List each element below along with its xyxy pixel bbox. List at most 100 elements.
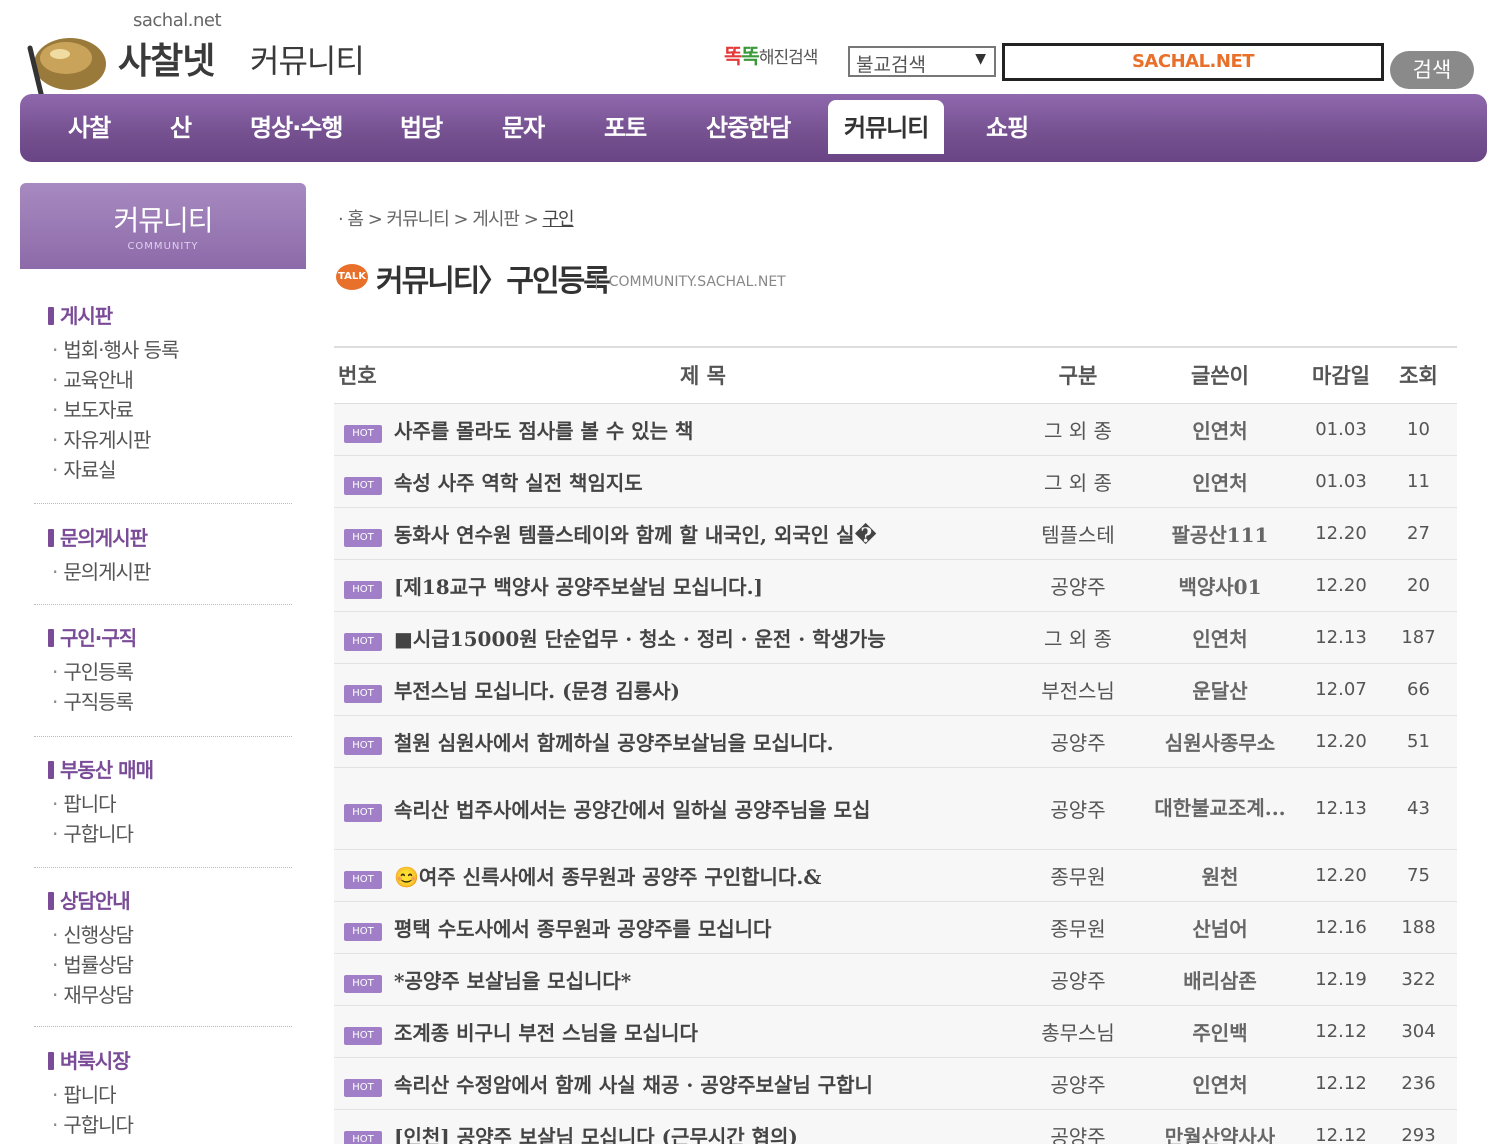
sidebar-link[interactable]: 구합니다 bbox=[52, 819, 153, 849]
sidebar-section-head[interactable]: 문의게시판 bbox=[48, 522, 150, 551]
post-title-link[interactable]: 속리산 법주사에서는 공양간에서 일하실 공양주님을 모십 bbox=[394, 798, 870, 822]
hot-badge: HOT bbox=[344, 684, 382, 703]
post-views: 236 bbox=[1380, 1057, 1457, 1110]
post-title-link[interactable]: [제18교구 백양사 공양주보살님 모십니다.] bbox=[394, 575, 763, 599]
nav-item[interactable]: 쇼핑 bbox=[986, 108, 1029, 143]
table-row[interactable]: HOT 속리산 수정암에서 함께 사실 채공 · 공양주보살님 구합니 공양주 인연처… bbox=[334, 1057, 1457, 1110]
sidebar-section-head[interactable]: 게시판 bbox=[48, 300, 178, 329]
search-input[interactable]: SACHAL.NET bbox=[1002, 43, 1384, 81]
post-title-link[interactable]: 속성 사주 역학 실전 책임지도 bbox=[394, 471, 643, 495]
sidebar-section-head[interactable]: 벼룩시장 bbox=[48, 1045, 133, 1074]
sidebar-link[interactable]: 구직등록 bbox=[52, 687, 136, 717]
post-category: 공양주 bbox=[1018, 767, 1138, 850]
table-row[interactable]: HOT [인천] 공양주 보살님 모십니다 (근무시간 협의) 공양주 만월산약사사 1… bbox=[334, 1109, 1457, 1144]
post-author[interactable]: 배리삼존 bbox=[1138, 953, 1302, 1006]
post-author[interactable]: 만월산약사사 bbox=[1138, 1109, 1302, 1144]
post-title-link[interactable]: *공양주 보살님을 모십니다* bbox=[394, 969, 631, 993]
nav-item[interactable]: 문자 bbox=[502, 108, 545, 143]
nav-item[interactable]: 산중한담 bbox=[706, 108, 791, 143]
sidebar-link[interactable]: 자료실 bbox=[52, 455, 178, 485]
post-title-link[interactable]: 부전스님 모십니다. (문경 김룡사) bbox=[394, 679, 680, 703]
post-author[interactable]: 인연처 bbox=[1138, 455, 1302, 508]
post-author[interactable]: 인연처 bbox=[1138, 1057, 1302, 1110]
sidebar-link[interactable]: 교육안내 bbox=[52, 365, 178, 395]
post-deadline: 12.13 bbox=[1302, 611, 1380, 664]
post-title-link[interactable]: 속리산 수정암에서 함께 사실 채공 · 공양주보살님 구합니 bbox=[394, 1073, 873, 1097]
post-author[interactable]: 대한불교조계... bbox=[1138, 767, 1302, 850]
table-row[interactable]: HOT 철원 심원사에서 함께하실 공양주보살님을 모십니다. 공양주 심원사종무소 1… bbox=[334, 715, 1457, 768]
sidebar-link[interactable]: 구인등록 bbox=[52, 657, 136, 687]
sidebar-link[interactable]: 구합니다 bbox=[52, 1110, 134, 1140]
post-title-link[interactable]: [인천] 공양주 보살님 모십니다 (근무시간 협의) bbox=[394, 1125, 798, 1144]
post-title-link[interactable]: 동화사 연수원 템플스테이와 함께 할 내국인, 외국인 실� bbox=[394, 523, 877, 547]
sidebar-link[interactable]: 자유게시판 bbox=[52, 425, 178, 455]
search-scope-select[interactable]: 불교검색 ▼ bbox=[848, 46, 996, 77]
post-author[interactable]: 원천 bbox=[1138, 849, 1302, 902]
post-views: 188 bbox=[1380, 901, 1457, 954]
table-row[interactable]: HOT 속성 사주 역학 실전 책임지도 그 외 종 인연처 01.03 11 bbox=[334, 455, 1457, 508]
post-views: 11 bbox=[1380, 455, 1457, 508]
site-domain: sachal.net bbox=[133, 10, 222, 31]
post-title-link[interactable]: 😊여주 신륵사에서 종무원과 공양주 구인합니다.& bbox=[394, 865, 821, 889]
post-category: 그 외 종 bbox=[1018, 403, 1138, 456]
section-title[interactable]: 커뮤니티 bbox=[250, 36, 365, 82]
post-title-link[interactable]: 사주를 몰라도 점사를 볼 수 있는 책 bbox=[394, 419, 693, 443]
col-header-author: 글쓴이 bbox=[1138, 346, 1302, 404]
hot-badge: HOT bbox=[344, 974, 382, 993]
table-row[interactable]: HOT 사주를 몰라도 점사를 볼 수 있는 책 그 외 종 인연처 01.03 10 bbox=[334, 403, 1457, 456]
sidebar-section-head[interactable]: 부동산 매매 bbox=[48, 754, 154, 783]
breadcrumb-path[interactable]: · 홈 > 커뮤니티 > 게시판 > bbox=[338, 209, 543, 230]
sidebar-section: 상담안내신행상담법률상담재무상담 bbox=[48, 885, 134, 1010]
breadcrumb-current[interactable]: 구인 bbox=[543, 209, 575, 230]
post-title-link[interactable]: 철원 심원사에서 함께하실 공양주보살님을 모십니다. bbox=[394, 731, 834, 755]
sidebar-section-head[interactable]: 상담안내 bbox=[48, 885, 133, 914]
nav-item[interactable]: 명상·수행 bbox=[250, 108, 343, 143]
search-button[interactable]: 검색 bbox=[1390, 51, 1474, 89]
sidebar-banner-title: 커뮤니티 bbox=[113, 204, 213, 237]
col-header-title: 제 목 bbox=[388, 346, 1018, 404]
post-title-link[interactable]: ■시급15000원 단순업무 · 청소 · 정리 · 운전 · 학생가능 bbox=[394, 627, 886, 651]
sidebar-link[interactable]: 문의게시판 bbox=[52, 557, 151, 587]
sidebar-section-head[interactable]: 구인·구직 bbox=[48, 622, 137, 651]
hot-badge: HOT bbox=[344, 1130, 382, 1144]
post-author[interactable]: 백양사01 bbox=[1138, 559, 1302, 612]
post-author[interactable]: 심원사종무소 bbox=[1138, 715, 1302, 768]
sidebar-link[interactable]: 팝니다 bbox=[52, 1080, 133, 1110]
post-deadline: 01.03 bbox=[1302, 455, 1380, 508]
hot-badge: HOT bbox=[344, 870, 382, 889]
sidebar-link[interactable]: 보도자료 bbox=[52, 395, 178, 425]
post-author[interactable]: 인연처 bbox=[1138, 403, 1302, 456]
sidebar-link[interactable]: 팝니다 bbox=[52, 789, 153, 819]
sidebar-link[interactable]: 법회·행사 등록 bbox=[52, 335, 179, 365]
nav-item[interactable]: 산 bbox=[170, 108, 192, 143]
sidebar-link[interactable]: 법률상담 bbox=[52, 950, 134, 980]
table-row[interactable]: HOT 조계종 비구니 부전 스님을 모십니다 총무스님 주인백 12.12 304 bbox=[334, 1005, 1457, 1058]
table-row[interactable]: HOT *공양주 보살님을 모십니다* 공양주 배리삼존 12.19 322 bbox=[334, 953, 1457, 1006]
nav-item[interactable]: 포토 bbox=[604, 108, 647, 143]
table-row[interactable]: HOT 😊여주 신륵사에서 종무원과 공양주 구인합니다.& 종무원 원천 12.20 7… bbox=[334, 849, 1457, 902]
post-author[interactable]: 팔공산111 bbox=[1138, 507, 1302, 560]
nav-item[interactable]: 법당 bbox=[400, 108, 443, 143]
page-title: 커뮤니티〉구인등록 bbox=[376, 264, 611, 299]
post-category: 공양주 bbox=[1018, 559, 1138, 612]
sidebar-divider bbox=[34, 1026, 292, 1027]
nav-item[interactable]: 사찰 bbox=[68, 108, 111, 143]
post-author[interactable]: 산넘어 bbox=[1138, 901, 1302, 954]
nav-item[interactable]: 커뮤니티 bbox=[828, 100, 945, 154]
post-views: 187 bbox=[1380, 611, 1457, 664]
post-author[interactable]: 인연처 bbox=[1138, 611, 1302, 664]
post-deadline: 12.12 bbox=[1302, 1109, 1380, 1144]
post-author[interactable]: 운달산 bbox=[1138, 663, 1302, 716]
post-title-link[interactable]: 평택 수도사에서 종무원과 공양주를 모십니다 bbox=[394, 917, 771, 941]
table-row[interactable]: HOT [제18교구 백양사 공양주보살님 모십니다.] 공양주 백양사01 12.20… bbox=[334, 559, 1457, 612]
sidebar-link[interactable]: 신행상담 bbox=[52, 920, 134, 950]
site-name-logo[interactable]: 사찰넷 bbox=[118, 32, 215, 84]
table-row[interactable]: HOT ■시급15000원 단순업무 · 청소 · 정리 · 운전 · 학생가능 그… bbox=[334, 611, 1457, 664]
post-author[interactable]: 주인백 bbox=[1138, 1005, 1302, 1058]
table-row[interactable]: HOT 평택 수도사에서 종무원과 공양주를 모십니다 종무원 산넘어 12.16 188 bbox=[334, 901, 1457, 954]
table-row[interactable]: HOT 속리산 법주사에서는 공양간에서 일하실 공양주님을 모십 공양주 대한불교조… bbox=[334, 767, 1457, 850]
sidebar-link[interactable]: 재무상담 bbox=[52, 980, 134, 1010]
table-row[interactable]: HOT 부전스님 모십니다. (문경 김룡사) 부전스님 운달산 12.07 66 bbox=[334, 663, 1457, 716]
post-title-link[interactable]: 조계종 비구니 부전 스님을 모십니다 bbox=[394, 1021, 698, 1045]
table-row[interactable]: HOT 동화사 연수원 템플스테이와 함께 할 내국인, 외국인 실� 템플스테 팔공… bbox=[334, 507, 1457, 560]
